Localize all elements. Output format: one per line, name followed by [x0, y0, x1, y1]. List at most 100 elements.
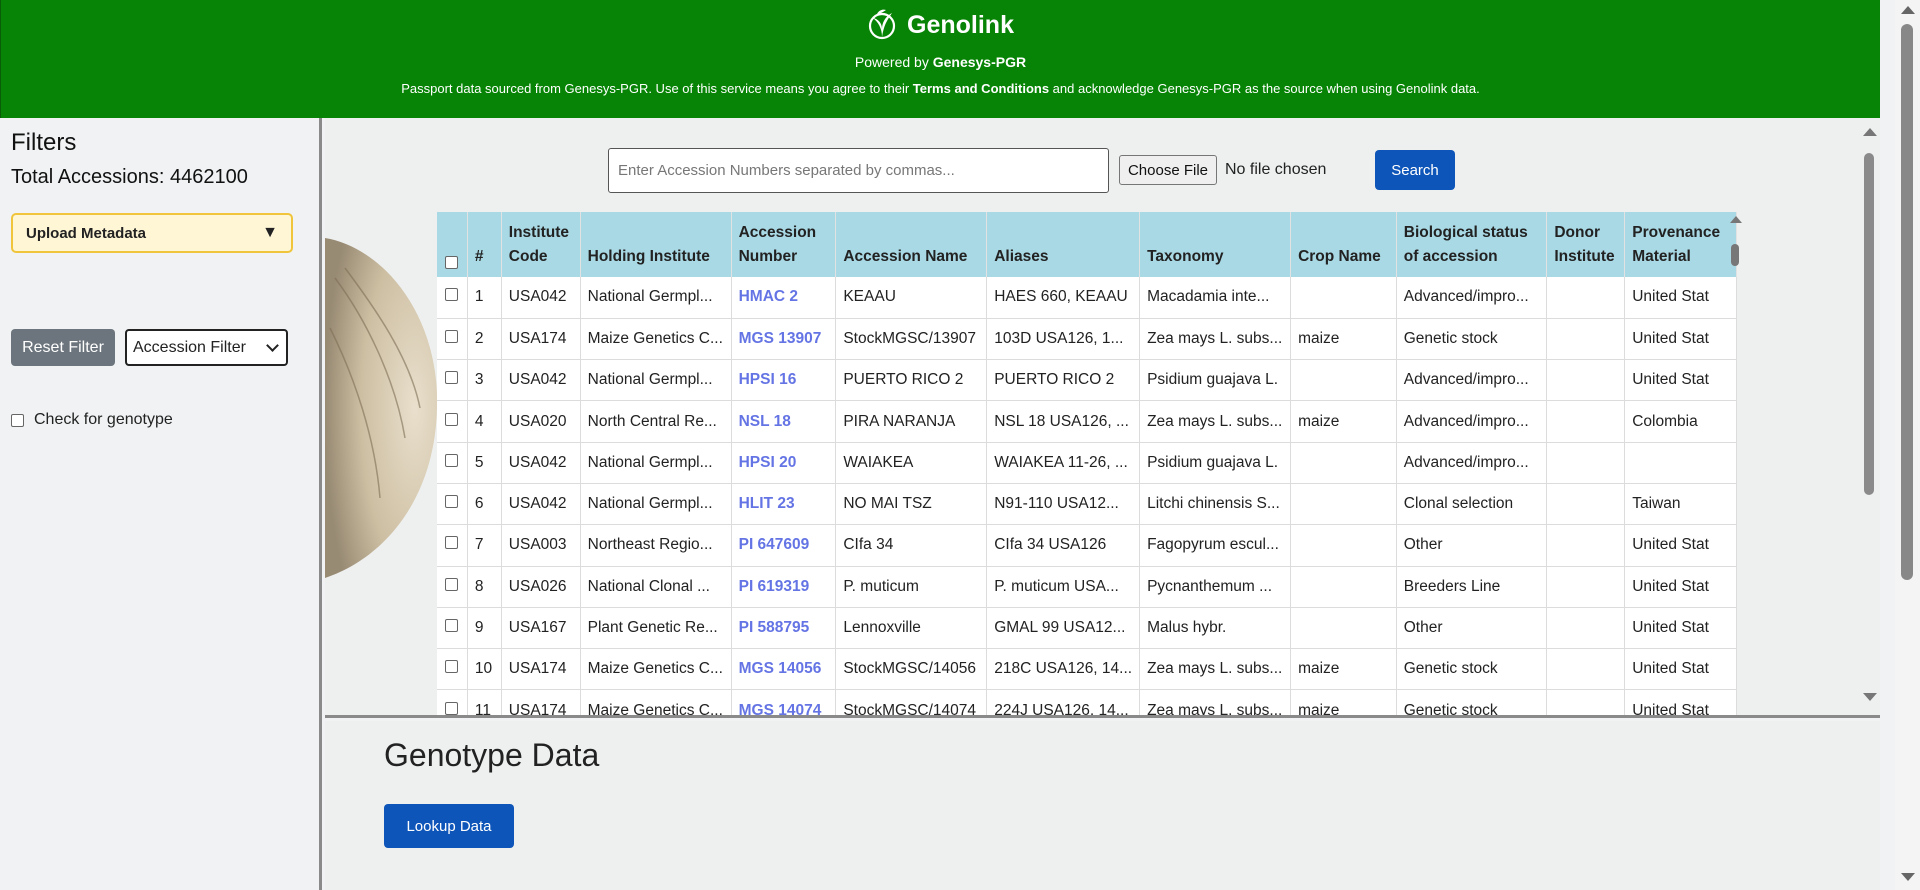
accession-number-link[interactable]: HLIT 23 — [731, 483, 837, 526]
accession-filter-select[interactable]: Accession Filter — [125, 329, 288, 366]
aliases: N91-110 USA12... — [986, 483, 1141, 526]
taxonomy: Zea mays L. subs... — [1139, 689, 1292, 715]
col-header-accession-number-line2: Number — [738, 248, 798, 265]
institute-code: USA042 — [501, 277, 581, 319]
table-scroll-thumb[interactable] — [1731, 244, 1739, 266]
col-header-taxonomy[interactable]: Taxonomy — [1139, 212, 1292, 277]
accession-number-link[interactable]: HMAC 2 — [731, 277, 837, 319]
accession-number-link[interactable]: NSL 18 — [731, 400, 837, 443]
total-accessions: Total Accessions: 4462100 — [11, 166, 248, 188]
row-checkbox[interactable] — [445, 536, 459, 550]
page-scroll-up-icon[interactable] — [1901, 6, 1915, 14]
biological-status: Other — [1396, 524, 1548, 567]
panel-scroll-up-icon[interactable] — [1863, 128, 1877, 136]
col-header-accession-number[interactable]: Accession Number — [731, 212, 837, 277]
row-checkbox[interactable] — [445, 619, 459, 633]
biological-status: Advanced/impro... — [1396, 277, 1548, 319]
accession-number-link[interactable]: MGS 14056 — [731, 648, 837, 691]
col-header-accession-name[interactable]: Accession Name — [835, 212, 988, 277]
upload-metadata-dropdown[interactable]: Upload Metadata ▼ — [11, 213, 293, 253]
panel-scrollbar[interactable] — [1860, 123, 1878, 713]
biological-status: Genetic stock — [1396, 648, 1548, 691]
aliases: 224J USA126, 14... — [986, 689, 1141, 715]
row-checkbox[interactable] — [445, 495, 459, 509]
col-header-holding-institute[interactable]: Holding Institute — [580, 212, 732, 277]
col-header-provenance-line2: Material — [1632, 248, 1691, 265]
accession-name: WAIAKEA — [835, 442, 988, 484]
panel-scroll-down-icon[interactable] — [1863, 693, 1877, 701]
taxonomy: Zea mays L. subs... — [1139, 400, 1292, 443]
row-checkbox[interactable] — [445, 453, 459, 467]
powered-prefix: Powered by — [854, 54, 933, 70]
row-checkbox[interactable] — [445, 371, 459, 385]
table-scrollbar[interactable] — [1728, 212, 1742, 712]
row-checkbox[interactable] — [445, 329, 459, 343]
accession-number-link[interactable]: PI 619319 — [731, 566, 837, 608]
select-all-checkbox[interactable] — [445, 256, 459, 269]
accession-number-link[interactable]: PI 588795 — [731, 607, 837, 650]
row-checkbox[interactable] — [445, 660, 459, 674]
institute-code: USA020 — [501, 400, 581, 443]
col-header-institute-code-line1: Institute — [508, 224, 570, 241]
provenance: United Stat — [1624, 689, 1737, 715]
provenance: United Stat — [1624, 607, 1737, 650]
accession-name: NO MAI TSZ — [835, 483, 988, 526]
accession-number-link[interactable]: MGS 14074 — [731, 689, 837, 715]
row-number: 7 — [467, 524, 502, 567]
search-button[interactable]: Search — [1375, 150, 1455, 190]
row-select-cell — [437, 607, 468, 650]
row-select-cell — [437, 689, 468, 715]
col-header-provenance[interactable]: Provenance Material — [1624, 212, 1737, 277]
col-header-institute-code[interactable]: Institute Code — [501, 212, 581, 277]
scroll-up-icon[interactable] — [1730, 216, 1742, 223]
holding-institute: National Germpl... — [580, 359, 732, 402]
panel-scroll-thumb[interactable] — [1864, 153, 1874, 495]
terms-link[interactable]: Terms and Conditions — [913, 81, 1049, 96]
accession-number-link[interactable]: PI 647609 — [731, 524, 837, 567]
row-select-cell — [437, 277, 468, 319]
accession-name: StockMGSC/14056 — [835, 648, 988, 691]
col-header-biological-status[interactable]: Biological status of accession — [1396, 212, 1548, 277]
row-select-cell — [437, 524, 468, 567]
col-header-donor-institute[interactable]: Donor Institute — [1546, 212, 1626, 277]
provenance — [1624, 442, 1737, 484]
lookup-data-button[interactable]: Lookup Data — [384, 804, 514, 848]
accession-number-link[interactable]: HPSI 20 — [731, 442, 837, 484]
col-header-crop-name[interactable]: Crop Name — [1290, 212, 1397, 277]
col-header-institute-code-line2: Code — [508, 248, 548, 265]
crop-name: maize — [1290, 689, 1397, 715]
holding-institute: Maize Genetics C... — [580, 648, 732, 691]
taxonomy: Psidium guajava L. — [1139, 359, 1292, 402]
row-checkbox[interactable] — [445, 412, 459, 426]
row-checkbox[interactable] — [445, 288, 459, 302]
reset-filter-button[interactable]: Reset Filter — [11, 329, 115, 366]
holding-institute: National Germpl... — [580, 483, 732, 526]
accession-search-input[interactable]: Enter Accession Numbers separated by com… — [608, 148, 1109, 193]
provenance: Colombia — [1624, 400, 1737, 443]
accession-name: StockMGSC/13907 — [835, 318, 988, 361]
brand[interactable]: Genolink — [1, 8, 1880, 42]
genotype-title: Genotype Data — [384, 737, 600, 773]
choose-file-button[interactable]: Choose File — [1119, 155, 1217, 185]
row-checkbox[interactable] — [445, 577, 459, 591]
col-header-aliases[interactable]: Aliases — [986, 212, 1141, 277]
accession-name: PUERTO RICO 2 — [835, 359, 988, 402]
filters-title: Filters — [11, 129, 77, 156]
col-header-number[interactable]: # — [467, 212, 502, 277]
table-row: 3 USA042 National Germpl... HPSI 16 PUERTO R… — [437, 359, 1737, 402]
col-header-donor-line1: Donor — [1554, 224, 1600, 241]
page-scroll-thumb[interactable] — [1901, 24, 1913, 580]
provenance: Taiwan — [1624, 483, 1737, 526]
aliases: 103D USA126, 1... — [986, 318, 1141, 361]
page-scroll-down-icon[interactable] — [1901, 873, 1915, 881]
row-select-cell — [437, 318, 468, 361]
row-checkbox[interactable] — [445, 701, 459, 715]
aliases: NSL 18 USA126, ... — [986, 400, 1141, 443]
genotype-checkbox[interactable] — [11, 413, 24, 427]
accession-number-link[interactable]: HPSI 16 — [731, 359, 837, 402]
donor-institute — [1546, 277, 1626, 319]
page-scrollbar[interactable] — [1895, 0, 1920, 890]
triangle-down-icon: ▼ — [262, 224, 278, 241]
row-number: 2 — [467, 318, 502, 361]
accession-number-link[interactable]: MGS 13907 — [731, 318, 837, 361]
